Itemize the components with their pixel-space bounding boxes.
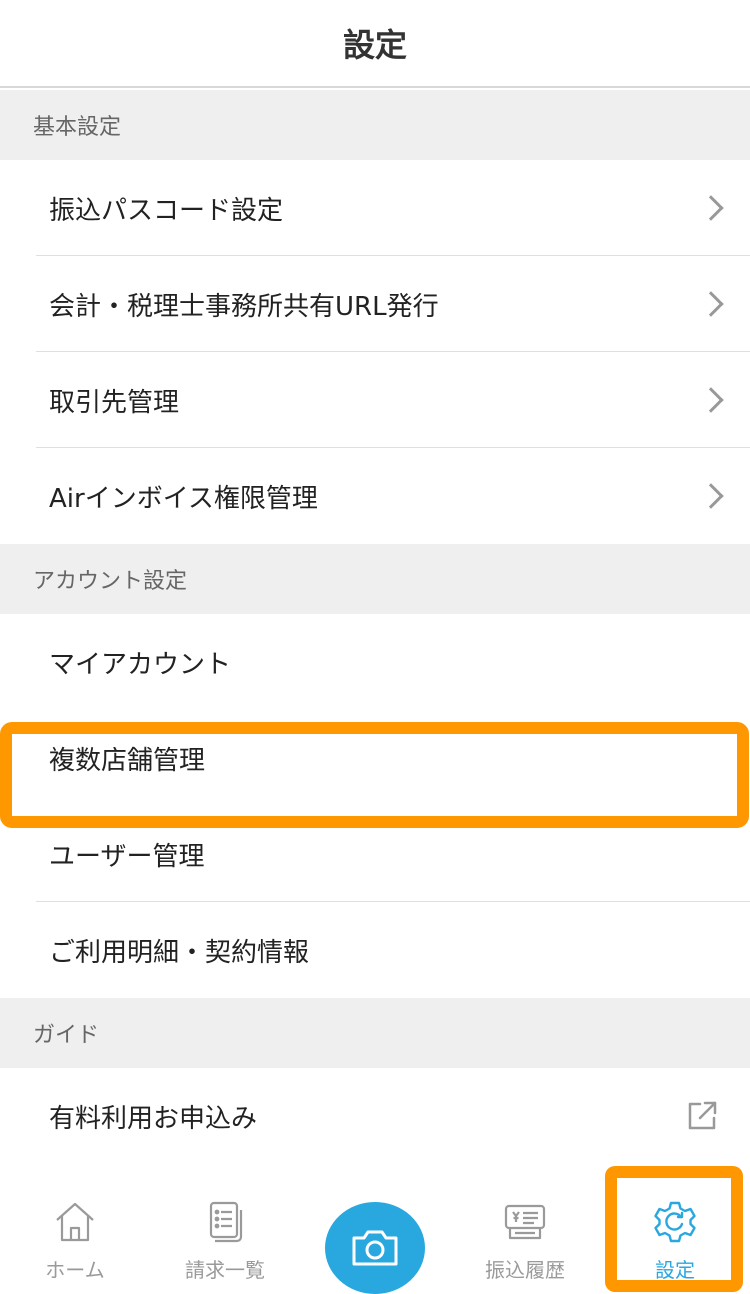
chevron-right-icon bbox=[698, 387, 724, 413]
transfer-history-icon bbox=[504, 1204, 546, 1240]
my-account-label: マイアカウント bbox=[49, 649, 232, 680]
invoice-permission-label: Airインボイス権限管理 bbox=[49, 483, 318, 514]
multi-store-management-row[interactable]: 複数店舗管理 bbox=[0, 710, 750, 806]
section-header-account: アカウント設定 bbox=[0, 544, 750, 614]
gear-icon bbox=[654, 1201, 696, 1243]
chevron-right-icon bbox=[698, 483, 724, 509]
chevron-right-icon bbox=[698, 195, 724, 221]
share-url-label: 会計・税理士事務所共有URL発行 bbox=[49, 291, 439, 322]
external-link-icon bbox=[688, 1101, 717, 1130]
paid-plan-application-row[interactable]: 有料利用お申込み bbox=[0, 1068, 750, 1164]
tab-transfers[interactable]: 振込履歴 bbox=[450, 1180, 600, 1294]
section-header-guide: ガイド bbox=[0, 998, 750, 1068]
chevron-right-icon bbox=[698, 291, 724, 317]
document-list-icon bbox=[209, 1201, 243, 1243]
user-management-row[interactable]: ユーザー管理 bbox=[0, 806, 750, 902]
header: 設定 bbox=[0, 0, 750, 88]
multi-store-management-label: 複数店舗管理 bbox=[49, 745, 206, 776]
tab-settings-label: 設定 bbox=[655, 1258, 695, 1282]
home-icon bbox=[56, 1202, 94, 1242]
settings-list: 基本設定 振込パスコード設定 会計・税理士事務所共有URL発行 取引先管理 Ai… bbox=[0, 90, 750, 1164]
tab-home-label: ホーム bbox=[45, 1258, 105, 1282]
camera-icon bbox=[352, 1230, 398, 1266]
user-management-label: ユーザー管理 bbox=[49, 841, 205, 872]
page-title: 設定 bbox=[342, 26, 407, 64]
client-management-label: 取引先管理 bbox=[49, 387, 180, 418]
passcode-settings-row[interactable]: 振込パスコード設定 bbox=[0, 160, 750, 256]
tab-camera[interactable] bbox=[300, 1180, 450, 1294]
tab-home[interactable]: ホーム bbox=[0, 1180, 150, 1294]
camera-button[interactable] bbox=[325, 1202, 425, 1294]
tab-bar: ホーム 請求一覧 振込履歴 設定 bbox=[0, 1180, 750, 1294]
paid-plan-application-label: 有料利用お申込み bbox=[49, 1103, 258, 1134]
billing-contract-row[interactable]: ご利用明細・契約情報 bbox=[0, 902, 750, 998]
tab-invoices[interactable]: 請求一覧 bbox=[150, 1180, 300, 1294]
tab-invoices-label: 請求一覧 bbox=[185, 1258, 265, 1282]
tab-transfers-label: 振込履歴 bbox=[485, 1258, 565, 1282]
my-account-row[interactable]: マイアカウント bbox=[0, 614, 750, 710]
section-header-basic: 基本設定 bbox=[0, 90, 750, 160]
client-management-row[interactable]: 取引先管理 bbox=[0, 352, 750, 448]
share-url-row[interactable]: 会計・税理士事務所共有URL発行 bbox=[0, 256, 750, 352]
billing-contract-label: ご利用明細・契約情報 bbox=[49, 937, 310, 968]
tab-settings[interactable]: 設定 bbox=[600, 1180, 750, 1294]
passcode-settings-label: 振込パスコード設定 bbox=[49, 195, 284, 226]
invoice-permission-row[interactable]: Airインボイス権限管理 bbox=[0, 448, 750, 544]
